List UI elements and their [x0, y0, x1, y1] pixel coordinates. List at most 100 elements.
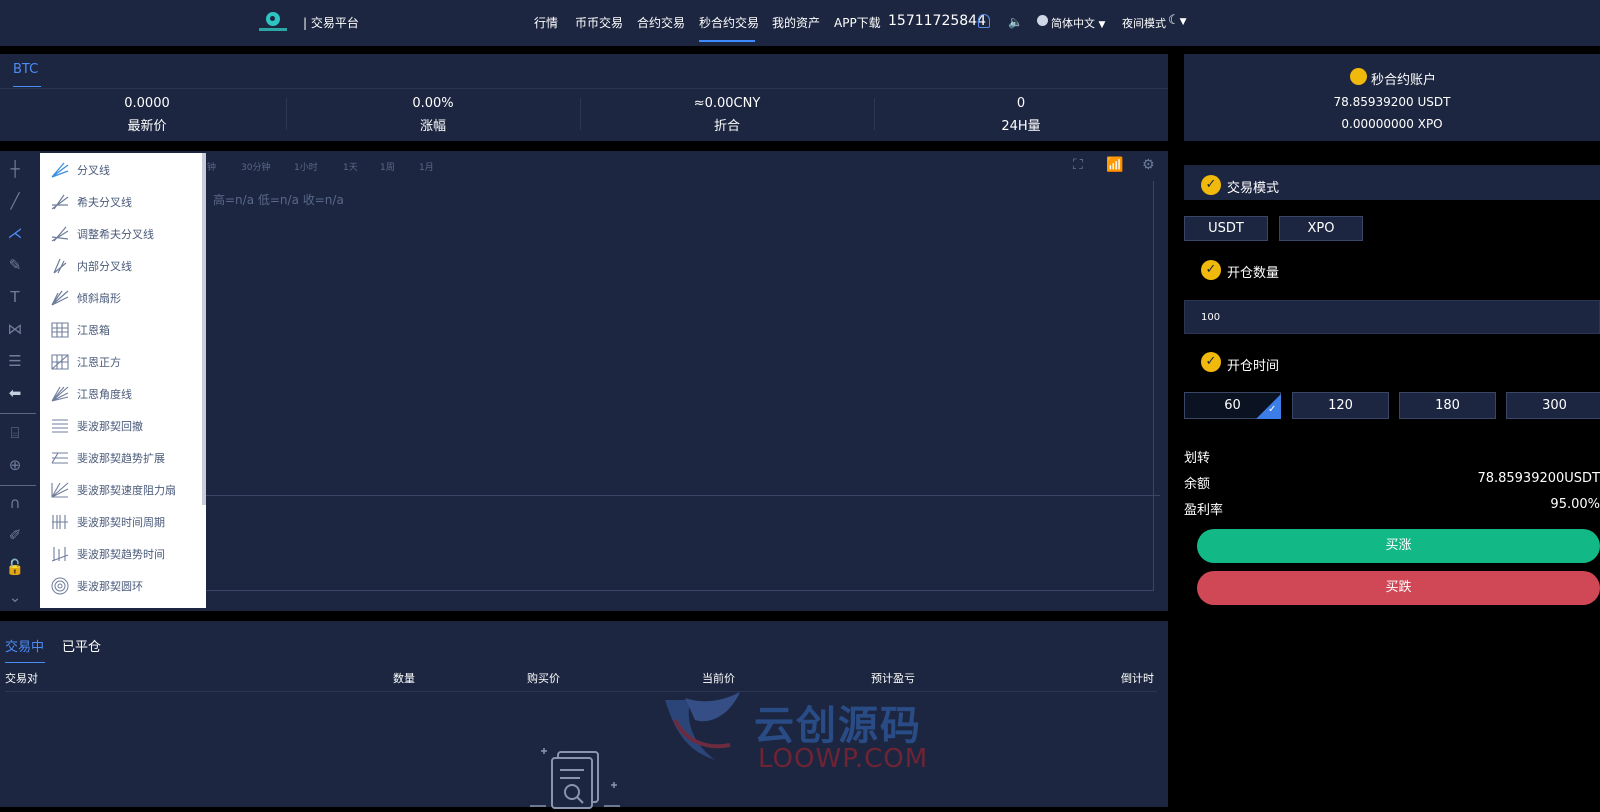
time-title: 开仓时间: [1227, 359, 1280, 374]
indicator-icon[interactable]: 📶: [1106, 157, 1123, 173]
buy-down-button[interactable]: 买跌: [1197, 571, 1600, 605]
gann-fan-icon: [51, 386, 69, 402]
pitchfan-icon: [51, 290, 69, 306]
stat-value: 0.0000: [124, 96, 170, 111]
buy-up-button[interactable]: 买涨: [1197, 529, 1600, 563]
mode-usdt-button[interactable]: USDT: [1184, 216, 1268, 241]
nav-my-assets[interactable]: 我的资产: [772, 14, 820, 31]
menu-item-gann-square[interactable]: 江恩正方: [50, 353, 121, 377]
prediction-icon[interactable]: ☰: [5, 351, 25, 371]
interval-option[interactable]: 钟: [207, 160, 216, 173]
tab-btc[interactable]: BTC: [13, 62, 38, 77]
interval-30m[interactable]: 30分钟: [241, 160, 270, 173]
fib-time-zone-icon: [52, 515, 68, 529]
menu-item-label: 江恩正方: [77, 356, 121, 369]
quantity-title: 开仓数量: [1227, 266, 1280, 281]
menu-item-fib-extension[interactable]: 斐波那契趋势扩展: [50, 449, 165, 473]
watermark-logo: [665, 692, 740, 760]
transfer-link[interactable]: 划转: [1184, 447, 1210, 466]
zoom-in-icon[interactable]: ⊕: [5, 455, 25, 475]
modified-schiff-icon: [51, 226, 69, 242]
trendline-icon[interactable]: ╱: [5, 191, 25, 211]
logo[interactable]: [259, 12, 287, 34]
gear-icon[interactable]: ⚙: [1142, 157, 1155, 173]
globe-icon[interactable]: [1037, 15, 1048, 26]
tab-active-indicator: [13, 86, 41, 87]
ohlc-readout: 高=n/a 低=n/a 收=n/a: [213, 193, 344, 207]
user-phone[interactable]: 15711725844: [888, 13, 986, 29]
interval-1mo[interactable]: 1月: [419, 160, 434, 173]
user-icon[interactable]: [978, 14, 990, 28]
balance-label: 余额: [1184, 477, 1211, 492]
night-mode-label[interactable]: 夜间模式: [1122, 15, 1166, 31]
menu-item-modified-schiff[interactable]: 调整希夫分叉线: [50, 225, 154, 249]
language-select[interactable]: 简体中文 ▼: [1051, 15, 1105, 31]
menu-item-fib-trend-time[interactable]: 斐波那契趋势时间: [50, 545, 165, 569]
menu-item-label: 希夫分叉线: [77, 196, 132, 209]
balance-value: 78.85939200USDT: [1477, 471, 1600, 486]
menu-item-inside-pitchfork[interactable]: 内部分叉线: [50, 257, 132, 281]
text-icon[interactable]: T: [5, 287, 25, 307]
check-icon: ✓: [1201, 352, 1221, 372]
time-180-button[interactable]: 180: [1399, 392, 1496, 419]
stat-value: 0: [1016, 96, 1026, 111]
menu-item-gann-box[interactable]: 江恩箱: [50, 321, 110, 345]
language-label: 简体中文: [1051, 17, 1095, 30]
menu-item-pitchfork[interactable]: 分叉线: [50, 161, 110, 185]
pitchfork-icon[interactable]: ⋌: [5, 223, 25, 243]
menu-item-gann-fan[interactable]: 江恩角度线: [50, 385, 132, 409]
menu-item-schiff-pitchfork[interactable]: 希夫分叉线: [50, 193, 132, 217]
check-icon: ✓: [1268, 404, 1277, 415]
back-arrow-icon[interactable]: ⬅: [5, 383, 25, 403]
brush-icon[interactable]: ✎: [5, 255, 25, 275]
chevron-down-icon: ▼: [1098, 20, 1106, 30]
nav-market[interactable]: 行情: [534, 14, 558, 31]
stat-label: 折合: [713, 119, 740, 134]
time-120-button[interactable]: 120: [1292, 392, 1389, 419]
crosshair-icon[interactable]: ┼: [5, 159, 25, 179]
menu-item-fib-time-zone[interactable]: 斐波那契时间周期: [50, 513, 165, 537]
chart-price-axis: [1153, 181, 1154, 591]
time-300-button[interactable]: 300: [1506, 392, 1600, 419]
nav-second-contract[interactable]: 秒合约交易: [699, 14, 759, 31]
tab-closed-orders[interactable]: 已平仓: [62, 636, 101, 655]
menu-item-label: 斐波那契回撤: [77, 420, 143, 433]
mode-xpo-button[interactable]: XPO: [1279, 216, 1363, 241]
unlock-icon[interactable]: 🔓: [5, 557, 25, 577]
watermark-text: 云创源码: [754, 703, 922, 749]
interval-1h[interactable]: 1小时: [294, 160, 318, 173]
stat-change: 0.00% 涨幅: [286, 96, 580, 134]
nav-app-download[interactable]: APP下载: [834, 14, 881, 31]
menu-item-fib-circles[interactable]: 斐波那契圆环: [50, 577, 143, 601]
menu-item-pitchfan[interactable]: 倾斜扇形: [50, 289, 121, 313]
menu-scrollbar[interactable]: [202, 153, 206, 505]
stat-label: 24H量: [1001, 119, 1041, 134]
pattern-icon[interactable]: ⋈: [5, 319, 25, 339]
magnet-icon[interactable]: ∩: [5, 493, 25, 513]
menu-item-fib-retracement[interactable]: 斐波那契回撤: [50, 417, 143, 441]
interval-1d[interactable]: 1天: [343, 160, 358, 173]
chart-time-axis: [206, 590, 1154, 591]
fullscreen-icon[interactable]: ⛶: [1073, 157, 1083, 173]
trade-mode-title: 交易模式: [1227, 181, 1280, 196]
divider: [0, 413, 36, 414]
interval-1w[interactable]: 1周: [380, 160, 395, 173]
measure-icon[interactable]: ⌸: [5, 423, 25, 443]
chevron-down-icon[interactable]: ⌄: [5, 587, 25, 607]
menu-item-fib-speed-fan[interactable]: 斐波那契速度阻力扇: [50, 481, 176, 505]
tab-active-indicator: [5, 662, 45, 663]
coin-icon: [1350, 68, 1367, 85]
quantity-input[interactable]: 100: [1184, 300, 1600, 334]
stat-label: 涨幅: [419, 119, 446, 134]
menu-item-label: 斐波那契圆环: [77, 580, 143, 593]
moon-icon[interactable]: ☾▼: [1168, 13, 1187, 28]
nav-contract-trading[interactable]: 合约交易: [637, 14, 685, 31]
lock-drawing-icon[interactable]: ✐: [5, 525, 25, 545]
nav-spot-trading[interactable]: 币币交易: [575, 14, 623, 31]
divider: [0, 485, 36, 486]
tab-open-orders[interactable]: 交易中: [5, 636, 44, 655]
schiff-pitchfork-icon: [51, 194, 69, 210]
stat-label: 最新价: [127, 119, 167, 134]
speaker-icon[interactable]: 🔈: [1008, 15, 1023, 29]
menu-item-label: 江恩角度线: [77, 388, 132, 401]
